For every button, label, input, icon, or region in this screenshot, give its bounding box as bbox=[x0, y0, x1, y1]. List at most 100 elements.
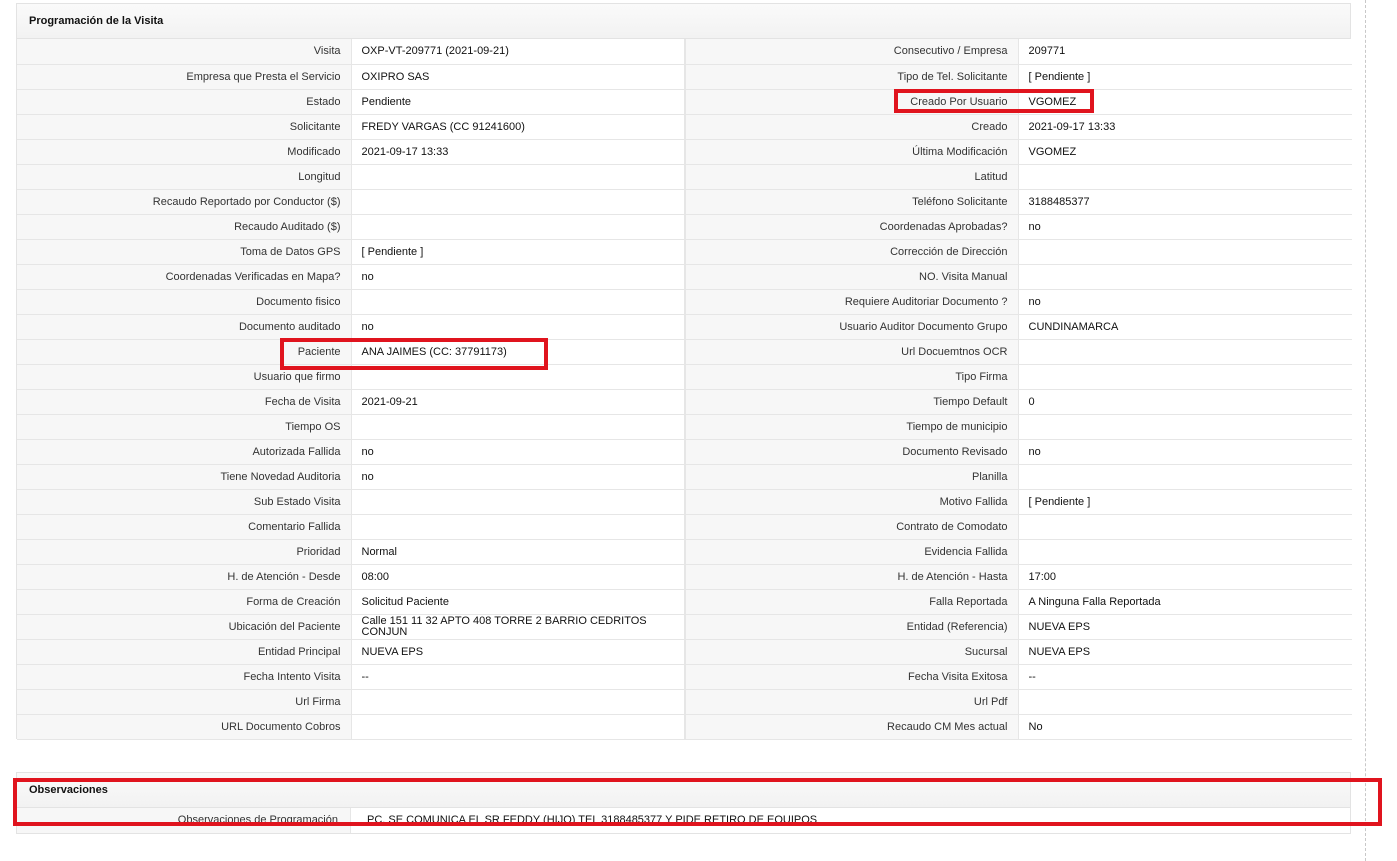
field-label: Autorizada Fallida bbox=[17, 439, 352, 465]
table-row: Coordenadas Verificadas en Mapa? no NO. V… bbox=[17, 264, 1352, 290]
table-row: Modificado 2021-09-17 13:33 Última Modific… bbox=[17, 139, 1352, 165]
field-label: Visita bbox=[17, 39, 352, 65]
field-value: VGOMEZ bbox=[1018, 139, 1352, 165]
field-value bbox=[1018, 264, 1352, 290]
field-value bbox=[1018, 239, 1352, 265]
field-value: -- bbox=[351, 664, 686, 690]
table-row: Documento fisico Requiere Auditoriar Docu… bbox=[17, 289, 1352, 315]
field-label: Modificado bbox=[17, 139, 352, 165]
field-label: Usuario que firmo bbox=[17, 364, 352, 390]
field-label: Recaudo Auditado ($) bbox=[17, 214, 352, 240]
field-value: Normal bbox=[351, 539, 686, 565]
table-row: Estado Pendiente Creado Por Usuario VGOMEZ bbox=[17, 89, 1352, 115]
programacion-visita-panel: Programación de la Visita Visita OXP-VT-2… bbox=[16, 3, 1352, 740]
field-value: 08:00 bbox=[351, 564, 686, 590]
field-value bbox=[1018, 339, 1352, 365]
field-label: Comentario Fallida bbox=[17, 514, 352, 540]
field-value bbox=[351, 514, 686, 540]
table-row: Recaudo Auditado ($) Coordenadas Aprobada… bbox=[17, 214, 1352, 240]
field-label: Contrato de Comodato bbox=[685, 514, 1019, 540]
field-label: Tiempo de municipio bbox=[685, 414, 1019, 440]
field-label: Empresa que Presta el Servicio bbox=[17, 64, 352, 90]
table-row: Recaudo Reportado por Conductor ($) Teléf… bbox=[17, 189, 1352, 215]
observaciones-panel: Observaciones Observaciones de Programac… bbox=[16, 772, 1351, 834]
programacion-visita-header: Programación de la Visita bbox=[17, 4, 1350, 39]
field-value: NUEVA EPS bbox=[1018, 614, 1352, 640]
field-value: no bbox=[351, 464, 686, 490]
field-label: Entidad Principal bbox=[17, 639, 352, 665]
field-value: 0 bbox=[1018, 389, 1352, 415]
field-label: Creado bbox=[685, 114, 1019, 140]
field-value: no bbox=[1018, 289, 1352, 315]
field-label: Documento Revisado bbox=[685, 439, 1019, 465]
field-label: Solicitante bbox=[17, 114, 352, 140]
field-value: -- bbox=[1018, 664, 1352, 690]
field-label: Tiempo Default bbox=[685, 389, 1019, 415]
field-value: [ Pendiente ] bbox=[1018, 489, 1352, 515]
field-value: 2021-09-21 bbox=[351, 389, 686, 415]
field-value bbox=[1018, 164, 1352, 190]
field-label: Url Firma bbox=[17, 689, 352, 715]
field-value: 2021-09-17 13:33 bbox=[351, 139, 686, 165]
field-value: no bbox=[1018, 439, 1352, 465]
field-label: Última Modificación bbox=[685, 139, 1019, 165]
field-value: [ Pendiente ] bbox=[351, 239, 686, 265]
field-label: Usuario Auditor Documento Grupo bbox=[685, 314, 1019, 340]
field-value bbox=[351, 364, 686, 390]
field-value bbox=[351, 189, 686, 215]
field-value: no bbox=[351, 439, 686, 465]
field-label: Estado bbox=[17, 89, 352, 115]
field-value: [ Pendiente ] bbox=[1018, 64, 1352, 90]
field-label: Planilla bbox=[685, 464, 1019, 490]
field-value: No bbox=[1018, 714, 1352, 740]
field-label: Entidad (Referencia) bbox=[685, 614, 1019, 640]
field-label: Paciente bbox=[17, 339, 352, 365]
table-row: Tiempo OS Tiempo de municipio bbox=[17, 414, 1352, 440]
field-label: NO. Visita Manual bbox=[685, 264, 1019, 290]
table-row: Documento auditado no Usuario Auditor Doc… bbox=[17, 314, 1352, 340]
field-label: Documento auditado bbox=[17, 314, 352, 340]
field-label: Coordenadas Aprobadas? bbox=[685, 214, 1019, 240]
field-value bbox=[351, 714, 686, 740]
field-value: ANA JAIMES (CC: 37791173) bbox=[351, 339, 686, 365]
field-label: Ubicación del Paciente bbox=[17, 614, 352, 640]
field-value bbox=[351, 489, 686, 515]
table-row: Ubicación del Paciente Calle 151 11 32 AP… bbox=[17, 614, 1352, 640]
field-label: Recaudo Reportado por Conductor ($) bbox=[17, 189, 352, 215]
field-label: Tiene Novedad Auditoria bbox=[17, 464, 352, 490]
table-row: Forma de Creación Solicitud Paciente Falla… bbox=[17, 589, 1352, 615]
table-row: Fecha Intento Visita -- Fecha Visita Exit… bbox=[17, 664, 1352, 690]
field-value: 2021-09-17 13:33 bbox=[1018, 114, 1352, 140]
field-label: Coordenadas Verificadas en Mapa? bbox=[17, 264, 352, 290]
field-value bbox=[351, 289, 686, 315]
field-value: Solicitud Paciente bbox=[351, 589, 686, 615]
field-value: 3188485377 bbox=[1018, 189, 1352, 215]
table-row: Solicitante FREDY VARGAS (CC 91241600) Cre… bbox=[17, 114, 1352, 140]
field-value bbox=[1018, 414, 1352, 440]
field-label: Documento fisico bbox=[17, 289, 352, 315]
field-value: NUEVA EPS bbox=[1018, 639, 1352, 665]
field-label: Url Docuemtnos OCR bbox=[685, 339, 1019, 365]
field-value bbox=[351, 164, 686, 190]
field-label: Motivo Fallida bbox=[685, 489, 1019, 515]
field-value: OXIPRO SAS bbox=[351, 64, 686, 90]
field-label: URL Documento Cobros bbox=[17, 714, 352, 740]
field-label: Latitud bbox=[685, 164, 1019, 190]
table-row: Url Firma Url Pdf bbox=[17, 689, 1352, 715]
field-label: Evidencia Fallida bbox=[685, 539, 1019, 565]
field-label: Recaudo CM Mes actual bbox=[685, 714, 1019, 740]
field-value bbox=[1018, 464, 1352, 490]
table-row: URL Documento Cobros Recaudo CM Mes actua… bbox=[17, 714, 1352, 740]
field-value bbox=[351, 689, 686, 715]
field-label: Sucursal bbox=[685, 639, 1019, 665]
field-label: Forma de Creación bbox=[17, 589, 352, 615]
field-value: 17:00 bbox=[1018, 564, 1352, 590]
field-label: Fecha Intento Visita bbox=[17, 664, 352, 690]
field-value bbox=[1018, 689, 1352, 715]
field-label: Falla Reportada bbox=[685, 589, 1019, 615]
field-label: Tipo de Tel. Solicitante bbox=[685, 64, 1019, 90]
table-row: Longitud Latitud bbox=[17, 164, 1352, 190]
table-row: Paciente ANA JAIMES (CC: 37791173) Url Doc… bbox=[17, 339, 1352, 365]
table-row: Autorizada Fallida no Documento Revisado … bbox=[17, 439, 1352, 465]
field-value: A Ninguna Falla Reportada bbox=[1018, 589, 1352, 615]
